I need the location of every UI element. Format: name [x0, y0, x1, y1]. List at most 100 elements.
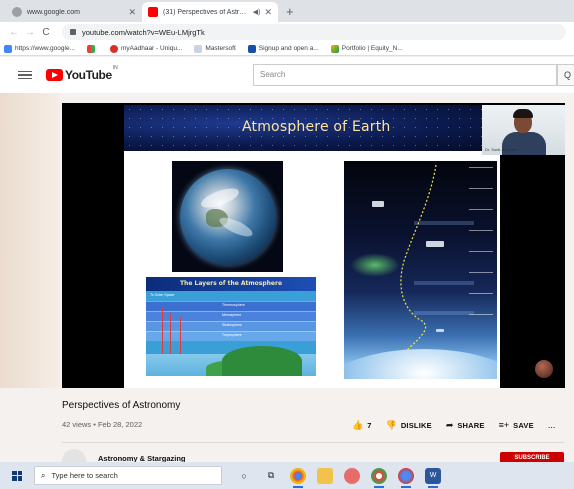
dislike-label: DISLIKE: [400, 420, 432, 430]
paint-icon[interactable]: [344, 467, 360, 484]
tab-youtube[interactable]: (31) Perspectives of Astronomy ◀) ✕: [142, 2, 278, 22]
close-icon[interactable]: ✕: [128, 7, 136, 18]
presenter-hair: [513, 109, 533, 118]
webcam-name-label: Dr. Sunil Jariwala: [485, 147, 516, 152]
tab-strip: www.google.com ✕ (31) Perspectives of As…: [0, 0, 574, 22]
back-button[interactable]: ←: [6, 27, 22, 38]
search-icon: ⌕: [41, 470, 46, 480]
divider: [62, 442, 564, 443]
new-tab-button[interactable]: +: [286, 2, 294, 22]
taskbar-search-placeholder: Type here to search: [51, 471, 118, 480]
bookmark-signup[interactable]: Signup and open a...: [247, 44, 319, 53]
apps-icon: [86, 44, 95, 53]
save-button[interactable]: ≡+ SAVE: [499, 420, 534, 430]
speaker-icon[interactable]: ◀): [253, 8, 261, 16]
youtube-favicon-icon: [148, 7, 158, 17]
bookmark-label: Signup and open a...: [258, 45, 319, 52]
layers-title: The Layers of the Atmosphere: [146, 277, 316, 291]
share-icon: ➦: [445, 419, 454, 430]
chrome-profile-icon[interactable]: [371, 467, 387, 488]
atmosphere-altitude-illustration: [344, 161, 497, 379]
bookmark-label: Portfolio | Equity_N...: [341, 45, 403, 52]
slide-title: Atmosphere of Earth: [242, 119, 391, 135]
bookmark-label: myAadhaar - Uniqu...: [120, 45, 183, 52]
share-label: SHARE: [457, 420, 485, 430]
bookmark-aadhaar[interactable]: myAadhaar - Uniqu...: [109, 44, 183, 53]
search-icon[interactable]: Q: [557, 64, 574, 86]
triangle-icon: [330, 44, 339, 53]
earth-image: [172, 161, 283, 272]
layer-label: Mesosphere: [222, 313, 242, 317]
thumbs-up-icon: 👍: [352, 419, 364, 430]
url-text: youtube.com/watch?v=WEu-LMjrgTk: [82, 27, 205, 37]
radiation-ray: [180, 317, 181, 357]
reload-button[interactable]: C: [38, 27, 54, 38]
bookmarks-bar: https://www.google... myAadhaar - Uniqu.…: [0, 42, 574, 56]
layer-label: Thermosphere: [222, 303, 245, 307]
bookmark-label: Mastersoft: [205, 45, 236, 52]
atmosphere-layers-diagram: The Layers of the Atmosphere To Outer Sp…: [146, 277, 316, 376]
like-count: 7: [367, 420, 372, 430]
aadhaar-icon: [109, 44, 118, 53]
earth-globe: [180, 169, 276, 265]
taskbar-search-input[interactable]: ⌕ Type here to search: [34, 466, 222, 485]
video-meta: 42 views • Feb 28, 2022: [62, 420, 143, 429]
video-actions: 👍 7 👎 DISLIKE ➦ SHARE ≡+ SAVE ...: [352, 418, 555, 432]
bookmark-mastersoft[interactable]: Mastersoft: [194, 44, 236, 53]
video-player[interactable]: Atmosphere of Earth Dr. Sunil Jariwala T…: [62, 103, 565, 388]
left-backdrop: [0, 93, 60, 388]
youtube-wordmark: YouTube: [65, 68, 112, 82]
outer-space-label: To Outer Space: [150, 293, 175, 297]
flag-icon: [247, 44, 256, 53]
lock-icon: [70, 29, 76, 35]
word-icon[interactable]: W: [425, 467, 441, 488]
slide-header: Atmosphere of Earth: [124, 105, 550, 151]
more-options-icon[interactable]: ...: [548, 420, 556, 430]
tab-google[interactable]: www.google.com ✕: [6, 2, 142, 22]
layer-label: Stratosphere: [222, 323, 243, 327]
radiation-ray: [170, 313, 171, 357]
video-title: Perspectives of Astronomy: [62, 400, 181, 411]
share-button[interactable]: ➦ SHARE: [446, 420, 485, 431]
file-explorer-icon[interactable]: [317, 467, 333, 484]
bookmark-apps[interactable]: [86, 44, 98, 53]
trajectory-path: [383, 164, 437, 374]
hill: [222, 346, 302, 376]
dislike-button[interactable]: 👎 DISLIKE: [386, 420, 432, 431]
tab-title: www.google.com: [27, 8, 80, 16]
address-row: ← → C youtube.com/watch?v=WEu-LMjrgTk: [0, 22, 574, 42]
bookmark-portfolio[interactable]: Portfolio | Equity_N...: [330, 44, 403, 53]
windows-start-icon[interactable]: [12, 470, 22, 481]
youtube-logo[interactable]: YouTube IN: [46, 65, 118, 82]
layer-label: Troposphere: [222, 333, 242, 337]
menu-icon[interactable]: [18, 70, 32, 80]
like-button[interactable]: 👍 7: [352, 420, 372, 431]
presenter-webcam: Dr. Sunil Jariwala: [482, 105, 565, 155]
bookmark-label: https://www.google...: [15, 45, 75, 52]
radiation-ray: [162, 307, 163, 357]
subscribe-button[interactable]: SUBSCRIBE: [500, 452, 564, 462]
forward-button[interactable]: →: [22, 27, 38, 38]
bookmark-google[interactable]: https://www.google...: [4, 44, 75, 53]
document-icon: [194, 44, 203, 53]
globe-icon: [12, 7, 22, 17]
search-input[interactable]: Search: [253, 64, 557, 86]
taskbar: ⌕ Type here to search ○ ⧉ W: [0, 462, 574, 489]
google-icon: [4, 44, 12, 53]
task-view-icon[interactable]: ⧉: [263, 468, 279, 484]
tab-title: (31) Perspectives of Astronomy: [163, 8, 250, 16]
address-bar[interactable]: youtube.com/watch?v=WEu-LMjrgTk: [62, 24, 566, 40]
save-label: SAVE: [513, 420, 534, 430]
playlist-add-icon: ≡+: [498, 420, 510, 430]
close-icon[interactable]: ✕: [264, 7, 272, 18]
channel-watermark[interactable]: [535, 360, 553, 378]
youtube-header: YouTube IN Search Q: [0, 57, 574, 93]
screen: www.google.com ✕ (31) Perspectives of As…: [0, 0, 574, 489]
youtube-play-icon: [46, 69, 63, 81]
thumbs-down-icon: 👎: [385, 419, 397, 430]
cloud: [198, 184, 242, 212]
cloud: [217, 213, 255, 241]
chrome-icon[interactable]: [290, 467, 306, 488]
cortana-icon[interactable]: ○: [236, 468, 252, 484]
app-icon[interactable]: [398, 467, 414, 488]
